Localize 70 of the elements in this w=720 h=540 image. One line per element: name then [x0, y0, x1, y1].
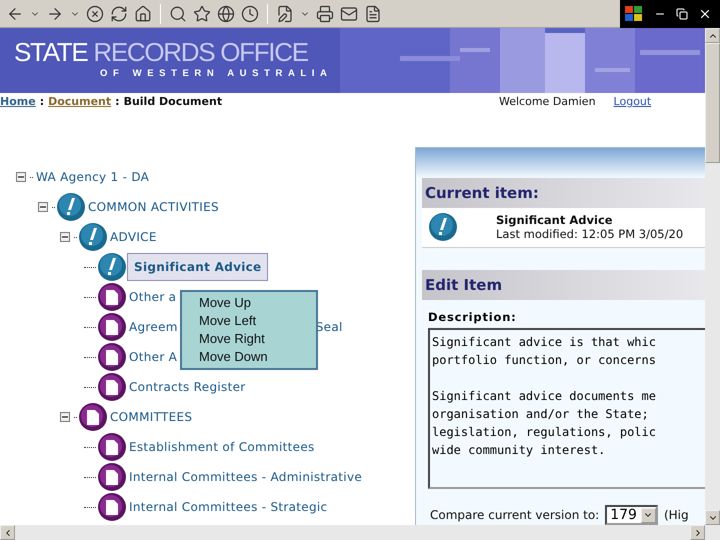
minus-icon — [62, 414, 68, 420]
logout-link[interactable]: Logout — [614, 95, 652, 108]
search-icon[interactable] — [169, 4, 187, 22]
info-icon — [428, 212, 458, 242]
tree-item[interactable]: Contracts Register — [127, 380, 248, 394]
home-icon[interactable] — [134, 4, 152, 22]
tree-item[interactable]: Internal Committees - Strategic — [127, 500, 330, 514]
breadcrumb-link[interactable]: Home — [0, 95, 36, 108]
tree-item[interactable]: Agreem — [127, 320, 180, 334]
star-icon[interactable] — [193, 4, 211, 22]
clock-icon[interactable] — [241, 4, 259, 22]
minus-icon — [40, 204, 46, 210]
collapse-toggle[interactable] — [60, 412, 70, 422]
logo-subtitle: OF WESTERN AUSTRALIA — [99, 68, 334, 79]
document-icon — [97, 282, 127, 312]
section-heading: Current item: — [422, 178, 705, 208]
menu-item[interactable]: Move Left — [182, 312, 316, 330]
tree-item[interactable]: Internal Committees - Administrative — [127, 470, 364, 484]
minus-icon — [18, 174, 24, 180]
tree-item[interactable]: ADVICE — [108, 230, 159, 244]
info-icon — [78, 222, 108, 252]
item-name: Significant Advice — [496, 213, 614, 228]
edit-icon[interactable] — [276, 4, 294, 22]
globe-icon[interactable] — [217, 4, 235, 22]
menu-item[interactable]: Move Up — [182, 294, 316, 312]
tree-item[interactable]: Other A — [127, 350, 180, 364]
current-page-label: Build Document — [124, 95, 222, 108]
breadcrumb-link[interactable]: Document — [48, 95, 112, 108]
windows-logo-icon — [624, 4, 644, 22]
tree-item[interactable]: Establishment of Committees — [127, 440, 317, 454]
version-select[interactable]: 179 — [605, 505, 658, 525]
menu-item[interactable]: Move Down — [182, 348, 316, 366]
minus-icon — [62, 234, 68, 240]
modified-text: Last modified: 12:05 PM 3/05/20 — [496, 227, 684, 242]
tree-item[interactable]: Other a — [127, 290, 178, 304]
printer-icon[interactable] — [316, 4, 334, 22]
document-icon[interactable] — [364, 4, 382, 22]
horizontal-scrollbar[interactable] — [0, 525, 720, 540]
scroll-thumb[interactable] — [705, 43, 720, 163]
document-icon — [78, 402, 108, 432]
document-icon — [97, 492, 127, 522]
tree-item[interactable]: COMMON ACTIVITIES — [86, 200, 221, 214]
refresh-icon[interactable] — [110, 4, 128, 22]
section-heading: Edit Item — [422, 270, 705, 300]
compare-label: Compare current version to: — [430, 508, 600, 522]
tree-item[interactable]: COMMITTEES — [108, 410, 194, 424]
tree-item[interactable]: Significant Advice — [127, 253, 268, 281]
info-icon — [56, 192, 86, 222]
tree-item[interactable]: WA Agency 1 - DA — [34, 170, 152, 184]
collapse-toggle[interactable] — [16, 172, 26, 182]
compare-note: (Hig — [664, 508, 689, 522]
field-label: Description: — [428, 310, 518, 324]
breadcrumb-separator: : — [40, 95, 44, 108]
description-field[interactable]: Significant advice is that whic portfolio function, or concerns Significant advice documents me organisation and/or the State; legislation, regulations, polic wide community interest. — [428, 328, 705, 490]
document-icon — [97, 342, 127, 372]
collapse-toggle[interactable] — [38, 202, 48, 212]
mail-icon[interactable] — [340, 4, 358, 22]
logo-title: STATE RECORDS OFFICE — [14, 36, 308, 68]
document-icon — [97, 462, 127, 492]
vertical-scrollbar[interactable] — [705, 28, 720, 525]
document-icon — [97, 432, 127, 462]
stop-icon[interactable] — [86, 4, 104, 22]
collapse-toggle[interactable] — [60, 232, 70, 242]
info-icon — [97, 252, 127, 282]
breadcrumb-separator: : — [115, 95, 120, 108]
welcome-text: Welcome Damien — [499, 95, 596, 108]
restore-icon[interactable] — [676, 8, 688, 20]
menu-item[interactable]: Move Right — [182, 330, 316, 348]
document-icon — [97, 372, 127, 402]
document-icon — [97, 312, 127, 342]
